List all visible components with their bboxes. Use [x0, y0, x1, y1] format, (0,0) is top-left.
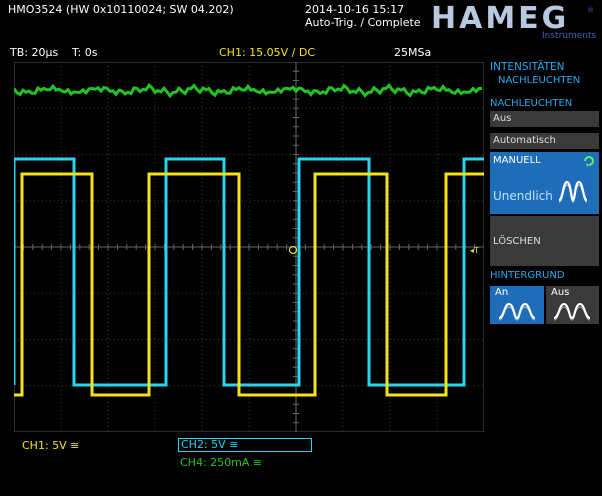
datetime-status: 2014-10-16 15:17 Auto-Trig. / Complete: [305, 3, 421, 29]
hameg-logo: HAMEG Instruments ®: [425, 2, 597, 40]
acquisition-status: Auto-Trig. / Complete: [305, 16, 421, 29]
menu-title: INTENSITÄTEN: [490, 61, 565, 73]
trigger-level-readout[interactable]: CH1: 15.05V ∕ DC: [219, 46, 315, 59]
rotary-knob-icon: [584, 156, 594, 167]
waveform-display[interactable]: 4 2 ◂T: [14, 62, 484, 432]
timebase-readout[interactable]: TB: 20µs: [10, 46, 58, 59]
device-model: HMO3524 (HW 0x10110024; SW 04.202): [8, 3, 234, 16]
trigger-time-readout[interactable]: T: 0s: [72, 46, 97, 59]
persist-off-button[interactable]: Aus: [490, 111, 599, 127]
brand-sub: Instruments: [542, 31, 597, 40]
manual-label: MANUELL: [493, 155, 541, 166]
background-section-header: HINTERGRUND: [490, 270, 565, 281]
ch4-scale[interactable]: CH4: 250mA ≅: [180, 456, 262, 469]
persistence-wave-icon: [558, 180, 588, 203]
datetime: 2014-10-16 15:17: [305, 3, 405, 16]
ch1-scale[interactable]: CH1: 5V ≅: [22, 439, 79, 452]
svg-text:®: ®: [587, 6, 594, 14]
manual-value: Unendlich: [493, 189, 553, 203]
ch2-scale[interactable]: CH2: 5V ≅: [178, 438, 312, 452]
background-off-wave-icon: [553, 302, 591, 321]
background-off-label: Aus: [551, 287, 570, 298]
persist-section-header: NACHLEUCHTEN: [490, 98, 573, 109]
sample-rate-readout: 25MSa: [394, 46, 432, 59]
menu-subtitle: NACHLEUCHTEN: [498, 75, 581, 86]
trigger-level-marker: ◂T: [470, 246, 479, 255]
clear-label: LÖSCHEN: [493, 236, 541, 247]
background-on-wave-icon: [498, 302, 536, 321]
persist-auto-button[interactable]: Automatisch: [490, 133, 599, 149]
background-on-label: An: [495, 287, 509, 298]
